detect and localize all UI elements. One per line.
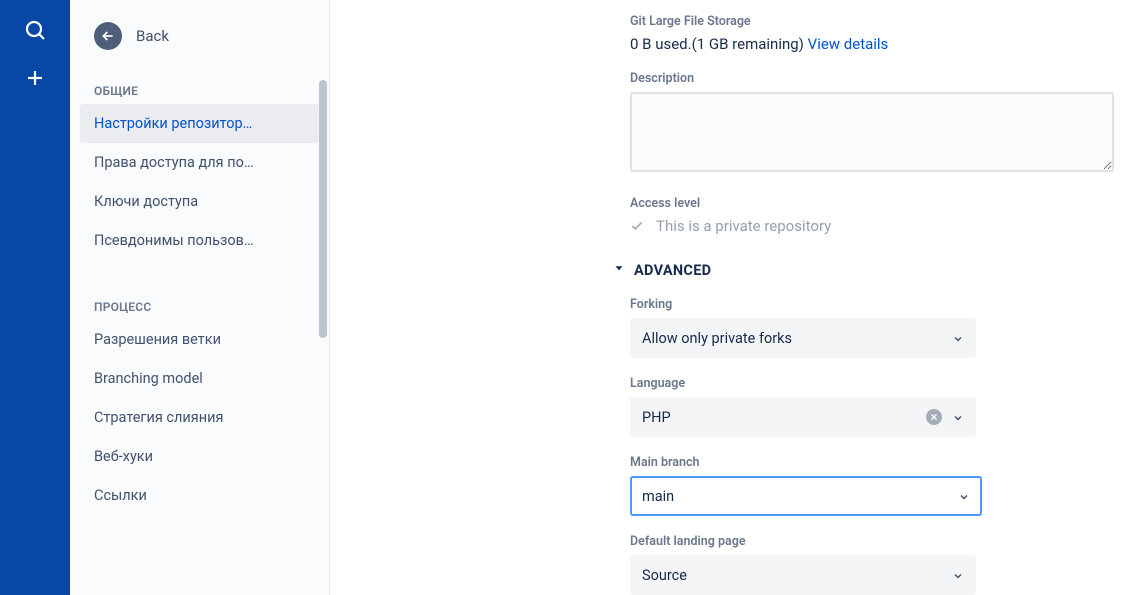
sidebar-scrollbar[interactable] (319, 80, 327, 338)
chevron-down-icon (952, 411, 964, 423)
advanced-header-text: ADVANCED (634, 262, 711, 279)
global-rail (0, 0, 70, 595)
access-level-row: This is a private repository (630, 217, 1123, 235)
chevron-down-icon (952, 569, 964, 581)
language-value: PHP (642, 409, 671, 426)
sidebar-item-user-aliases[interactable]: Псевдонимы пользов… (80, 221, 319, 260)
forking-value: Allow only private forks (642, 330, 792, 347)
clear-icon[interactable] (926, 409, 942, 425)
sidebar-item-links[interactable]: Ссылки (80, 476, 319, 515)
main-content: Git Large File Storage 0 B used.(1 GB re… (330, 0, 1133, 595)
sidebar-item-merge-strategy[interactable]: Стратегия слияния (80, 398, 319, 437)
advanced-section-toggle[interactable]: ADVANCED (612, 261, 1123, 279)
main-branch-label: Main branch (630, 455, 1123, 470)
storage-used: 0 B used. (630, 35, 692, 53)
access-level-text: This is a private repository (656, 217, 831, 235)
landing-page-select[interactable]: Source (630, 555, 976, 595)
forking-label: Forking (630, 297, 1123, 312)
language-label: Language (630, 376, 1123, 391)
storage-remaining: (1 GB remaining) (692, 35, 804, 53)
chevron-down-icon (952, 332, 964, 344)
description-textarea[interactable] (630, 92, 1114, 172)
sidebar-item-webhooks[interactable]: Веб-хуки (80, 437, 319, 476)
sidebar-item-branch-permissions[interactable]: Разрешения ветки (80, 320, 319, 359)
checkmark-icon (630, 219, 644, 233)
storage-label: Git Large File Storage (630, 14, 1123, 29)
language-select[interactable]: PHP (630, 397, 976, 437)
back-label: Back (136, 27, 169, 45)
access-level-label: Access level (630, 196, 1123, 211)
chevron-down-icon (612, 261, 626, 279)
forking-select[interactable]: Allow only private forks (630, 318, 976, 358)
sidebar-item-access-keys[interactable]: Ключи доступа (80, 182, 319, 221)
create-button[interactable] (15, 60, 55, 100)
back-button[interactable]: Back (70, 18, 329, 74)
sidebar-item-repo-settings[interactable]: Настройки репозитор… (80, 104, 319, 143)
section-header-process: ПРОЦЕСС (70, 290, 329, 320)
chevron-down-icon (958, 490, 970, 502)
search-button[interactable] (15, 12, 55, 52)
view-details-link[interactable]: View details (808, 35, 889, 53)
search-icon (23, 18, 47, 46)
plus-icon (23, 66, 47, 94)
settings-sidebar: Back ОБЩИЕ Настройки репозитор… Права до… (70, 0, 330, 595)
main-branch-select[interactable]: main (630, 476, 982, 516)
back-arrow-icon (94, 22, 122, 50)
storage-usage-line: 0 B used.(1 GB remaining) View details (630, 35, 1123, 53)
sidebar-item-branching-model[interactable]: Branching model (80, 359, 319, 398)
section-header-general: ОБЩИЕ (70, 74, 329, 104)
landing-page-label: Default landing page (630, 534, 1123, 549)
main-branch-value: main (642, 488, 674, 505)
description-label: Description (630, 71, 1123, 86)
landing-page-value: Source (642, 567, 687, 584)
sidebar-item-access-rights[interactable]: Права доступа для по… (80, 143, 319, 182)
